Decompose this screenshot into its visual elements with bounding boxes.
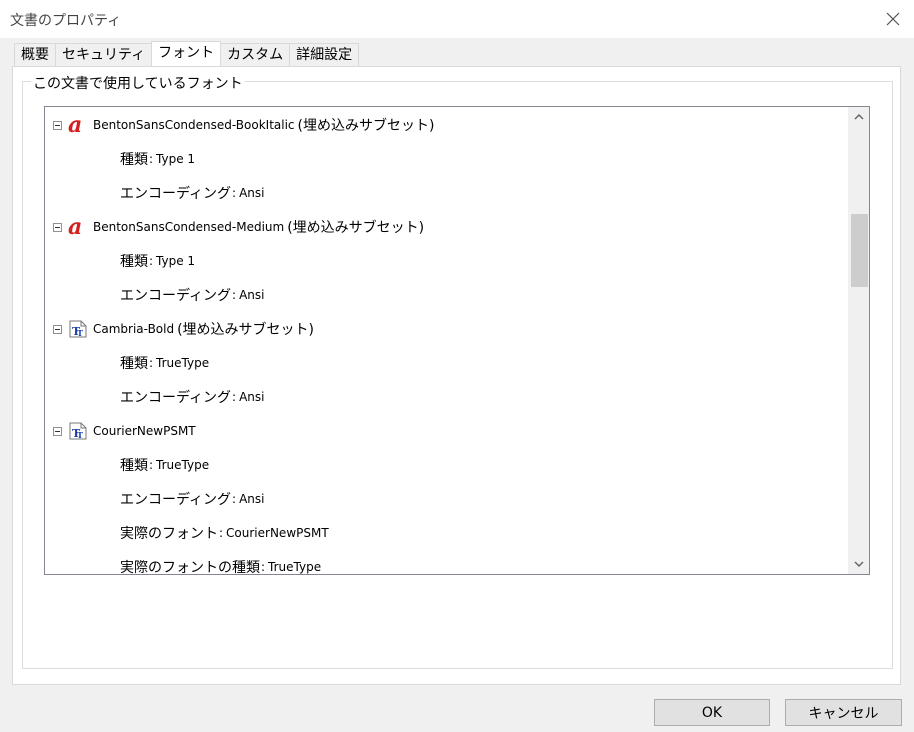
svg-text:a: a (68, 218, 82, 236)
font-name: BentonSansCondensed-Medium (93, 220, 285, 234)
property-value: TrueType (268, 560, 322, 574)
tab-custom[interactable]: カスタム (220, 43, 291, 66)
property-value: Type 1 (156, 152, 196, 166)
font-node[interactable]: T T Cambria-Bold (埋め込みサブセット) (53, 318, 314, 340)
truetype-font-icon: T T (68, 421, 88, 441)
font-property-row: エンコーディング: Ansi (120, 284, 264, 306)
collapse-icon[interactable] (53, 222, 62, 232)
title-bar: 文書のプロパティ (0, 0, 914, 38)
tab-security[interactable]: セキュリティ (55, 43, 153, 66)
property-label: エンコーディング (120, 186, 232, 202)
property-value: Ansi (239, 186, 265, 200)
font-name: Cambria-Bold (93, 322, 175, 336)
property-label: エンコーディング (120, 492, 232, 508)
font-name: BentonSansCondensed-BookItalic (93, 118, 295, 132)
type1-font-icon: a (68, 217, 88, 237)
font-property-row: 実際のフォント: CourierNewPSMT (120, 522, 329, 544)
close-icon (886, 12, 900, 26)
property-label: エンコーディング (120, 288, 232, 304)
truetype-font-icon: T T (68, 319, 88, 339)
font-node[interactable]: T T CourierNewPSMT (53, 420, 196, 442)
font-property-row: 種類: TrueType (120, 454, 209, 476)
font-embed-note: (埋め込みサブセット) (287, 220, 425, 236)
property-value: Type 1 (156, 254, 196, 268)
scroll-down-button[interactable] (848, 554, 869, 574)
scroll-up-button[interactable] (848, 107, 869, 127)
cancel-button[interactable]: キャンセル (785, 699, 902, 726)
font-property-row: エンコーディング: Ansi (120, 182, 264, 204)
font-embed-note: (埋め込みサブセット) (297, 118, 435, 134)
property-label: 種類 (120, 254, 148, 270)
close-button[interactable] (878, 4, 908, 34)
property-label: 種類 (120, 458, 148, 474)
tab-summary[interactable]: 概要 (14, 43, 56, 66)
chevron-down-icon (854, 561, 863, 567)
property-label: 種類 (120, 356, 148, 372)
font-property-row: 種類: Type 1 (120, 250, 195, 272)
property-value: CourierNewPSMT (226, 526, 329, 540)
property-value: TrueType (156, 458, 210, 472)
property-label: 実際のフォントの種類 (120, 560, 260, 574)
font-node[interactable]: a BentonSansCondensed-BookItalic (埋め込みサブ… (53, 114, 434, 136)
tab-advanced[interactable]: 詳細設定 (289, 43, 360, 66)
type1-font-icon: a (68, 115, 88, 135)
property-value: Ansi (239, 390, 265, 404)
window-title: 文書のプロパティ (10, 13, 122, 29)
property-label: エンコーディング (120, 390, 232, 406)
property-value: Ansi (239, 288, 265, 302)
tab-fonts[interactable]: フォント (151, 41, 222, 66)
property-label: 種類 (120, 152, 148, 168)
font-embed-note: (埋め込みサブセット) (177, 322, 315, 338)
collapse-icon[interactable] (53, 324, 62, 334)
svg-text:a: a (68, 116, 82, 134)
fonts-group-label: この文書で使用しているフォント (31, 73, 245, 93)
font-property-row: エンコーディング: Ansi (120, 386, 264, 408)
font-tree-list[interactable]: a BentonSansCondensed-BookItalic (埋め込みサブ… (44, 106, 870, 575)
font-property-row: 実際のフォントの種類: TrueType (120, 556, 321, 574)
chevron-up-icon (854, 114, 863, 120)
vertical-scrollbar[interactable] (848, 107, 869, 574)
font-node[interactable]: a BentonSansCondensed-Medium (埋め込みサブセット) (53, 216, 424, 238)
collapse-icon[interactable] (53, 120, 62, 130)
svg-text:T: T (77, 430, 83, 440)
font-tree-content: a BentonSansCondensed-BookItalic (埋め込みサブ… (45, 107, 847, 574)
tab-strip: 概要 セキュリティ フォント カスタム 詳細設定 (14, 41, 360, 67)
svg-text:T: T (77, 328, 83, 338)
tab-panel-fonts: この文書で使用しているフォント a BentonSansCondensed-Bo… (12, 66, 901, 685)
property-value: Ansi (239, 492, 265, 506)
property-value: TrueType (156, 356, 210, 370)
font-name: CourierNewPSMT (93, 424, 196, 438)
fonts-groupbox: この文書で使用しているフォント a BentonSansCondensed-Bo… (22, 73, 893, 669)
font-property-row: 種類: TrueType (120, 352, 209, 374)
scrollbar-thumb[interactable] (851, 214, 868, 287)
ok-button[interactable]: OK (654, 699, 770, 726)
property-label: 実際のフォント (120, 526, 218, 542)
collapse-icon[interactable] (53, 426, 62, 436)
font-property-row: 種類: Type 1 (120, 148, 195, 170)
font-property-row: エンコーディング: Ansi (120, 488, 264, 510)
